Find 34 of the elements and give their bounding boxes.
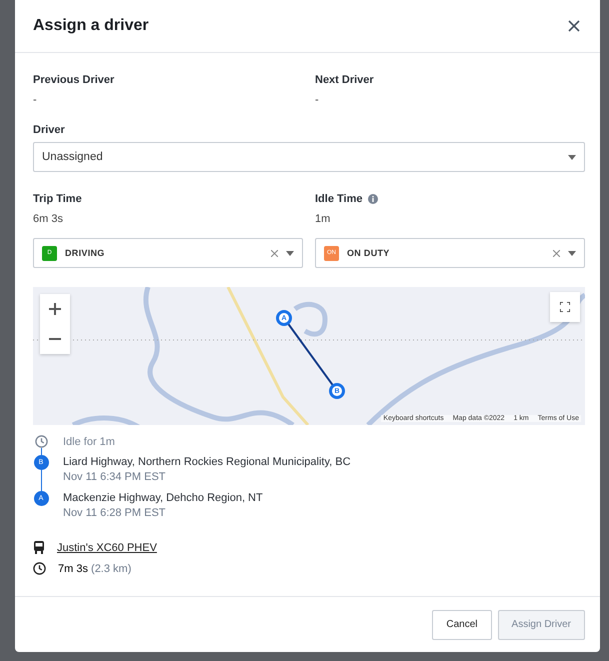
- field-label: Next Driver: [315, 74, 375, 86]
- vehicle-link[interactable]: Justin's XC60 PHEV: [57, 542, 157, 554]
- bus-icon: [33, 541, 45, 554]
- stop-time: Nov 11 6:34 PM EST: [63, 471, 167, 483]
- caret-icon: [568, 154, 576, 160]
- driver-select[interactable]: Unassigned: [33, 142, 585, 172]
- stop-address: Mackenzie Highway, Dehcho Region, NT: [63, 492, 263, 504]
- field-label: Idle Time: [315, 193, 585, 205]
- field-label: Driver: [33, 124, 66, 136]
- field-label: Previous Driver: [33, 74, 116, 86]
- cancel-button[interactable]: Cancel: [432, 610, 492, 640]
- fullscreen-icon: [560, 302, 570, 312]
- clear-icon[interactable]: [553, 250, 560, 256]
- close-button[interactable]: [566, 18, 582, 34]
- caret-icon: [286, 250, 294, 256]
- clear-icon[interactable]: [271, 250, 278, 256]
- idle-text: Idle for 1m: [63, 436, 115, 448]
- zoom-out-button[interactable]: [40, 324, 70, 354]
- clock-icon: [33, 562, 46, 575]
- plus-icon: [49, 303, 61, 315]
- field-value: 6m 3s: [33, 213, 64, 225]
- field-label: Trip Time: [33, 193, 83, 205]
- zoom-in-button[interactable]: [40, 294, 70, 324]
- field-value: -: [315, 94, 320, 106]
- duration-text: 7m 3s (2.3 km): [58, 562, 132, 574]
- caret-icon: [568, 250, 576, 256]
- fullscreen-button[interactable]: [550, 292, 580, 322]
- dialog-title: Assign a driver: [33, 17, 149, 35]
- info-icon: [368, 194, 378, 204]
- clock-icon: [34, 435, 48, 448]
- stop-address: Liard Highway, Northern Rockies Regional Municipality, BC: [63, 456, 351, 468]
- field-value: -: [33, 94, 38, 106]
- field-value: 1m: [315, 213, 332, 225]
- stop-time: Nov 11 6:28 PM EST: [63, 507, 167, 519]
